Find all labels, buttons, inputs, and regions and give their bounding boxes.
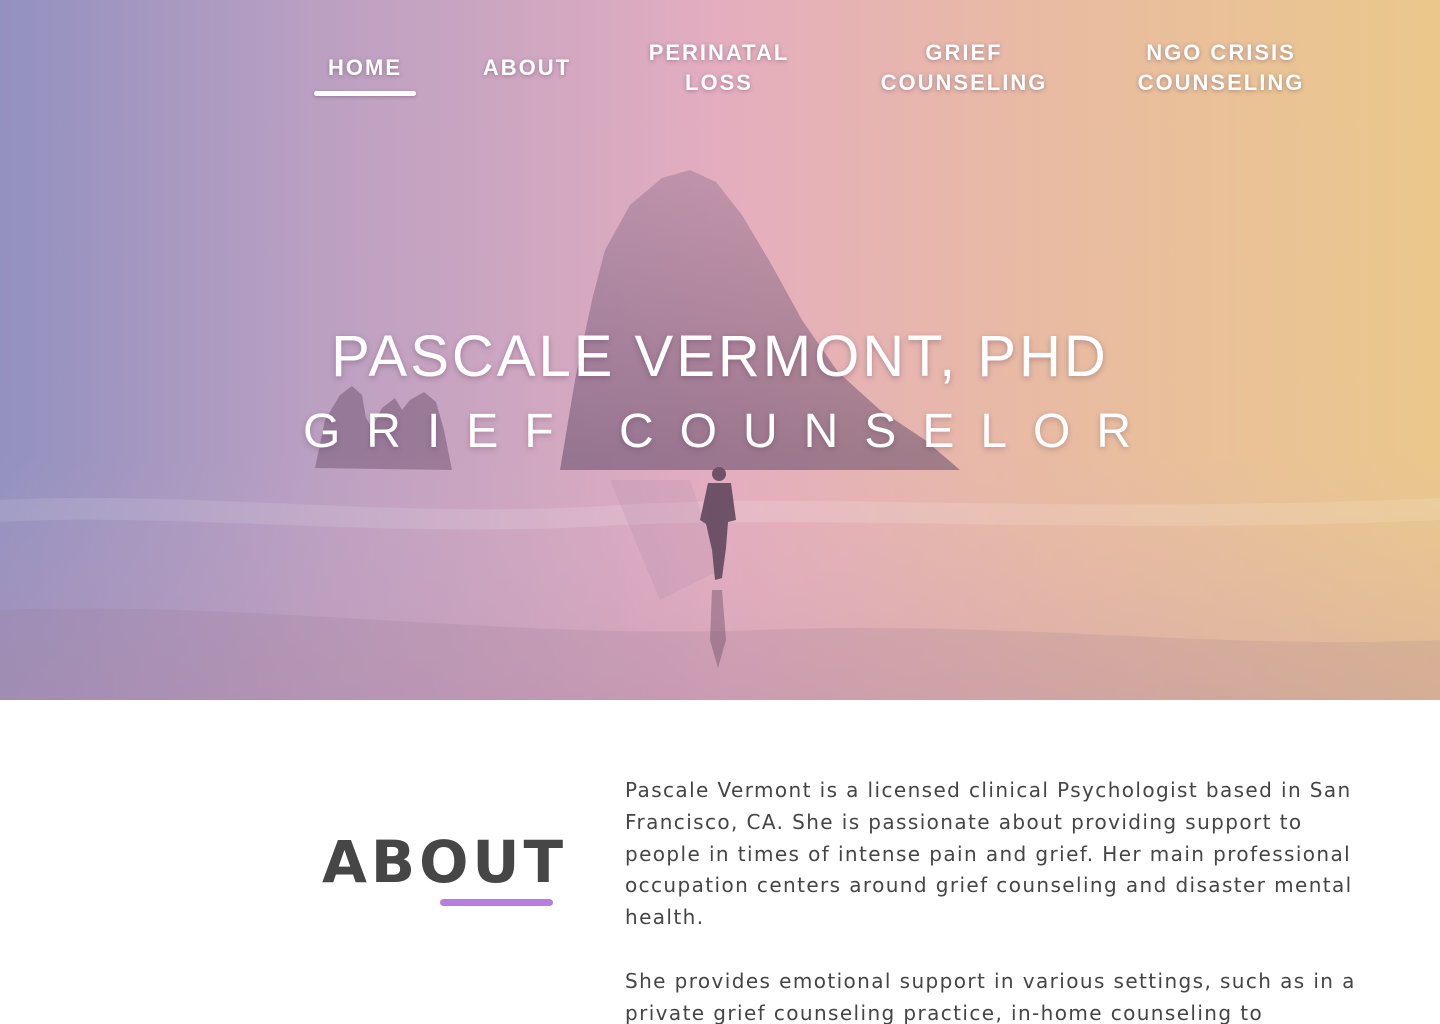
nav-item-grief-counseling-line2: COUNSELING <box>880 70 1048 95</box>
nav-item-grief-counseling-line1: GRIEF <box>925 40 1003 65</box>
about-heading-underline <box>440 899 553 906</box>
nav-item-ngo-crisis-counseling-line1: NGO CRISIS <box>1146 40 1296 65</box>
nav-item-perinatal-loss-line2: LOSS <box>685 70 753 95</box>
nav-item-home-label: HOME <box>328 55 402 80</box>
nav-item-perinatal-loss[interactable]: PERINATAL LOSS <box>630 38 808 98</box>
nav-item-home[interactable]: HOME <box>314 53 416 83</box>
about-body: Pascale Vermont is a licensed clinical P… <box>625 775 1385 1024</box>
nav-item-grief-counseling[interactable]: GRIEF COUNSELING <box>862 38 1066 98</box>
hero-title: PASCALE VERMONT, PHD <box>331 324 1109 389</box>
about-paragraph: Pascale Vermont is a licensed clinical P… <box>625 778 1353 930</box>
about-paragraph: She provides emotional support in variou… <box>625 968 1356 1024</box>
nav-item-ngo-crisis-counseling[interactable]: NGO CRISIS COUNSELING <box>1118 38 1324 98</box>
about-heading: ABOUT <box>322 828 568 896</box>
hero-subtitle: GRIEF COUNSELOR <box>302 405 1158 458</box>
main-nav: HOME ABOUT PERINATAL LOSS GRIEF COUNSELI… <box>0 38 1440 118</box>
nav-item-ngo-crisis-counseling-line2: COUNSELING <box>1137 70 1305 95</box>
nav-item-about-label: ABOUT <box>482 55 572 80</box>
hero-section: HOME ABOUT PERINATAL LOSS GRIEF COUNSELI… <box>0 0 1440 700</box>
nav-item-about[interactable]: ABOUT <box>470 53 584 83</box>
nav-item-perinatal-loss-line1: PERINATAL <box>648 40 790 65</box>
nav-active-indicator <box>314 91 416 96</box>
